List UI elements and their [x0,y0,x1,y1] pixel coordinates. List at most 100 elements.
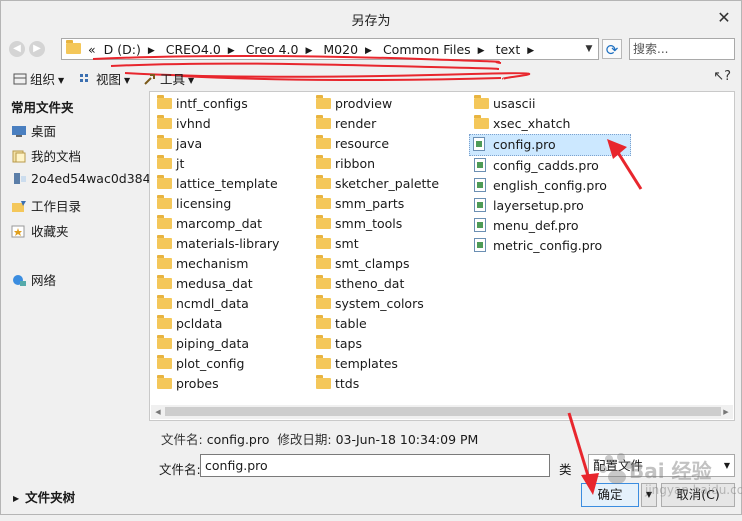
folder-item[interactable]: resource [313,134,463,154]
file-item[interactable]: english_config.pro [471,176,631,196]
folder-item[interactable]: taps [313,334,463,354]
folder-item[interactable]: ttds [313,374,463,394]
close-button[interactable]: ✕ [715,9,733,27]
folder-item[interactable]: ivhnd [154,114,304,134]
folder-item[interactable]: table [313,314,463,334]
horizontal-scrollbar[interactable]: ◀ ▶ [151,405,733,419]
breadcrumb-separator-icon[interactable]: ▶ [223,46,240,56]
item-label: english_config.pro [493,178,607,193]
folder-icon [474,115,489,129]
breadcrumb-drive[interactable]: D (D:) [102,42,143,57]
network-icon [11,274,27,287]
search-input[interactable]: 搜索... [629,38,735,60]
folder-item[interactable]: stheno_dat [313,274,463,294]
folder-item[interactable]: probes [154,374,304,394]
folder-item[interactable]: system_colors [313,294,463,314]
folder-item[interactable]: smm_parts [313,194,463,214]
breadcrumb-separator-icon[interactable]: ▶ [522,46,539,56]
breadcrumb-creo40-folder[interactable]: CREO4.0 [164,42,223,57]
breadcrumb-separator-icon[interactable]: ▶ [300,46,317,56]
file-column-1: intf_configsivhnd java jt lattice_template l… [154,94,304,394]
folder-item[interactable]: ncmdl_data [154,294,304,314]
scroll-thumb[interactable] [165,407,721,416]
sidebar-item-documents[interactable]: 我的文档 [11,146,81,165]
breadcrumb: « D (D:) ▶ CREO4.0 ▶ Creo 4.0 ▶ M020 ▶ Commo… [86,42,539,57]
file-item[interactable]: menu_def.pro [471,216,631,236]
sidebar-item-network[interactable]: 网络 [11,270,56,289]
breadcrumb-common-files-folder[interactable]: Common Files [381,42,473,57]
forward-arrow-icon[interactable]: ▶ [29,41,45,57]
pro-file-icon [473,137,485,153]
refresh-icon[interactable]: ⟳ [602,39,622,59]
ok-options-chevron-icon[interactable]: ▼ [641,483,657,507]
item-label: intf_configs [176,96,248,111]
sidebar-item-working-directory[interactable]: 工作目录 [11,196,81,215]
filename-input[interactable]: config.pro [200,454,550,477]
address-dropdown-icon[interactable]: ▼ [580,39,598,59]
file-item[interactable]: layersetup.pro [471,196,631,216]
folder-item[interactable]: pcldata [154,314,304,334]
sidebar-item-computer[interactable]: 2o4ed54wac0d384 [11,171,151,186]
help-pointer-icon[interactable]: ↖? [713,69,731,84]
file-item[interactable]: metric_config.pro [471,236,631,256]
breadcrumb-text-folder[interactable]: text [494,42,523,57]
address-bar[interactable]: « D (D:) ▶ CREO4.0 ▶ Creo 4.0 ▶ M020 ▶ Commo… [61,38,599,60]
cancel-button[interactable]: 取消(C) [661,483,735,507]
folder-icon [157,215,172,229]
sidebar-item-favorites[interactable]: 收藏夹 [11,221,69,240]
breadcrumb-separator-icon[interactable]: ▶ [143,46,160,56]
folder-item[interactable]: sketcher_palette [313,174,463,194]
folder-item[interactable]: smm_tools [313,214,463,234]
folder-icon [316,335,331,349]
back-arrow-icon[interactable]: ◀ [9,41,25,57]
breadcrumb-lead-chevron[interactable]: « [86,42,98,57]
folder-item[interactable]: marcomp_dat [154,214,304,234]
scroll-right-icon[interactable]: ▶ [719,405,733,419]
folder-item[interactable]: render [313,114,463,134]
tools-menu[interactable]: 工具 ▼ [143,69,194,88]
folder-item[interactable]: piping_data [154,334,304,354]
folder-icon [157,115,172,129]
folder-item[interactable]: smt [313,234,463,254]
view-menu[interactable]: 视图 ▼ [79,69,130,88]
folder-item[interactable]: licensing [154,194,304,214]
item-label: taps [335,336,363,351]
folder-item[interactable]: jt [154,154,304,174]
folder-item[interactable]: intf_configs [154,94,304,114]
folder-item[interactable]: lattice_template [154,174,304,194]
scroll-left-icon[interactable]: ◀ [151,405,165,419]
folder-item[interactable]: prodview [313,94,463,114]
item-label: ncmdl_data [176,296,249,311]
folder-item[interactable]: java [154,134,304,154]
folder-item[interactable]: mechanism [154,254,304,274]
folder-item[interactable]: usascii [471,94,631,114]
folder-item[interactable]: templates [313,354,463,374]
organize-menu[interactable]: 组织 ▼ [13,69,64,88]
info-modified-label: 修改日期: [277,432,332,447]
folder-icon [157,135,172,149]
folder-item[interactable]: xsec_xhatch [471,114,631,134]
item-label: table [335,316,367,331]
folder-item[interactable]: medusa_dat [154,274,304,294]
breadcrumb-m020-folder[interactable]: M020 [321,42,360,57]
item-label: resource [335,136,390,151]
folder-item[interactable]: materials-library [154,234,304,254]
file-type-value: 配置文件 [593,458,644,473]
file-item[interactable]: config.pro [469,134,631,156]
breadcrumb-separator-icon[interactable]: ▶ [473,46,490,56]
folder-icon [316,295,331,309]
folder-icon [316,255,331,269]
ok-button[interactable]: 确定 [581,483,639,507]
folder-item[interactable]: plot_config [154,354,304,374]
file-item[interactable]: config_cadds.pro [471,156,631,176]
folder-tree-toggle[interactable]: ▶ 文件夹树 [13,487,75,506]
breadcrumb-creo-4-folder[interactable]: Creo 4.0 [244,42,301,57]
folder-item[interactable]: smt_clamps [313,254,463,274]
folder-item[interactable]: ribbon [313,154,463,174]
breadcrumb-separator-icon[interactable]: ▶ [360,46,377,56]
chevron-down-icon[interactable]: ▼ [724,455,730,476]
item-label: metric_config.pro [493,238,603,253]
sidebar-item-desktop[interactable]: 桌面 [11,121,56,140]
file-type-select[interactable]: 配置文件 ▼ [588,454,735,477]
view-icon [79,73,93,85]
